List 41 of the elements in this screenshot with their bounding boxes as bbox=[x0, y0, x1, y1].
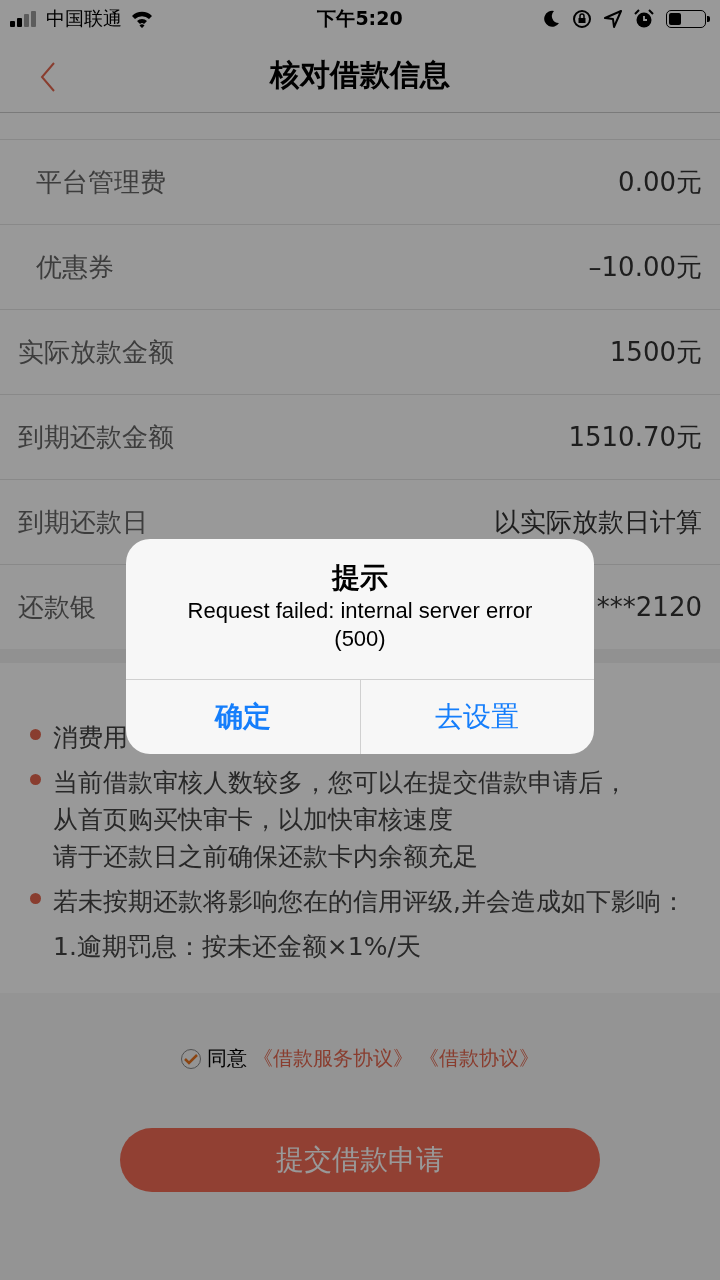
rotation-lock-icon bbox=[572, 9, 592, 29]
page-title: 核对借款信息 bbox=[270, 55, 450, 94]
note-text: 若未按期还款将影响您在的信用评级,并会造成如下影响： bbox=[53, 886, 686, 918]
row-value: 以实际放款日计算 bbox=[494, 505, 702, 539]
agreement-link[interactable]: 《借款协议》 bbox=[419, 1045, 539, 1072]
row-value: ***2120 bbox=[596, 592, 702, 622]
bullet-dot bbox=[30, 729, 41, 740]
agree-label: 同意 bbox=[207, 1045, 247, 1072]
alert-message: Request failed: internal server error (500) bbox=[186, 597, 534, 653]
note-text: 当前借款审核人数较多，您可以在提交借款申请后， bbox=[53, 767, 628, 799]
row-value: 1500元 bbox=[609, 335, 702, 369]
row-value: 0.00元 bbox=[618, 165, 702, 199]
battery-icon bbox=[666, 10, 710, 28]
carrier-name: 中国联通 bbox=[46, 6, 122, 31]
wifi-icon bbox=[130, 10, 154, 28]
row-label: 到期还款日 bbox=[18, 505, 148, 539]
alert-title: 提示 bbox=[332, 561, 388, 595]
row-value: 1510.70元 bbox=[568, 420, 702, 454]
row-value: –10.00元 bbox=[588, 250, 702, 284]
bullet-dot bbox=[30, 774, 41, 785]
check-icon bbox=[184, 1052, 198, 1065]
alert-button[interactable]: 确定 bbox=[126, 680, 360, 754]
agreement-link[interactable]: 《借款服务协议》 bbox=[253, 1045, 413, 1072]
moon-icon bbox=[542, 10, 560, 28]
bullet-dot bbox=[30, 893, 41, 904]
location-icon bbox=[604, 10, 622, 28]
alarm-icon bbox=[634, 9, 654, 29]
row-label: 还款银 bbox=[18, 590, 96, 624]
clock-time: 下午5:20 bbox=[317, 7, 403, 29]
note-text: 从首页购买快审卡，以加快审核速度 bbox=[53, 804, 454, 836]
back-chevron-icon bbox=[40, 62, 56, 92]
note-text: 消费用 bbox=[53, 722, 128, 754]
note-text: 1.逾期罚息：按未还金额×1%/天 bbox=[53, 931, 421, 963]
row-label: 平台管理费 bbox=[36, 165, 166, 199]
submit-button[interactable]: 提交借款申请 bbox=[120, 1128, 600, 1192]
row-label: 到期还款金额 bbox=[18, 420, 174, 454]
note-text: 请于还款日之前确保还款卡内余额充足 bbox=[53, 841, 479, 873]
alert-button[interactable]: 去设置 bbox=[359, 680, 594, 754]
signal-icon bbox=[10, 11, 38, 27]
row-label: 优惠券 bbox=[36, 250, 114, 284]
row-label: 实际放款金额 bbox=[18, 335, 174, 369]
